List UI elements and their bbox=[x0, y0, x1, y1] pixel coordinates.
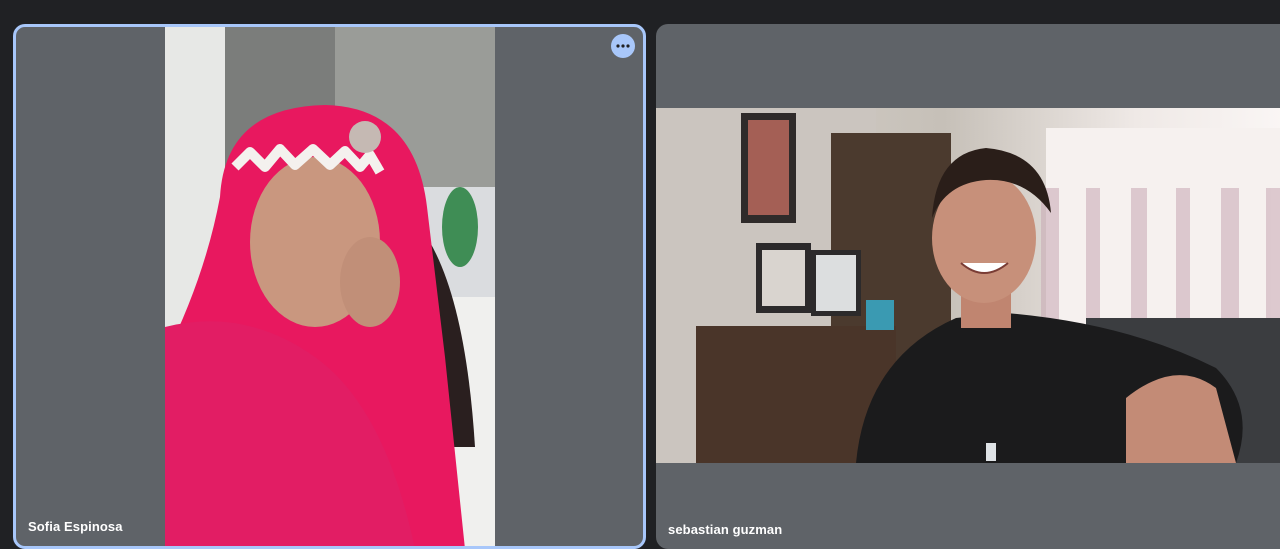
participant-tile-sofia-espinosa[interactable]: Sofia Espinosa bbox=[13, 24, 646, 549]
more-horizontal-icon bbox=[616, 44, 630, 48]
participant-tile-sebastian-guzman[interactable]: sebastian guzman bbox=[656, 24, 1280, 549]
participant-name-label: Sofia Espinosa bbox=[28, 519, 123, 534]
participant-video-sofia-espinosa bbox=[165, 27, 495, 546]
video-frame-sebastian bbox=[656, 108, 1280, 463]
more-options-button[interactable] bbox=[611, 34, 635, 58]
video-frame-sofia bbox=[165, 27, 495, 546]
participant-video-sebastian-guzman bbox=[656, 108, 1280, 463]
video-call-grid: Sofia Espinosa sebastian guzman bbox=[0, 0, 1280, 549]
participant-name-label: sebastian guzman bbox=[668, 522, 783, 537]
